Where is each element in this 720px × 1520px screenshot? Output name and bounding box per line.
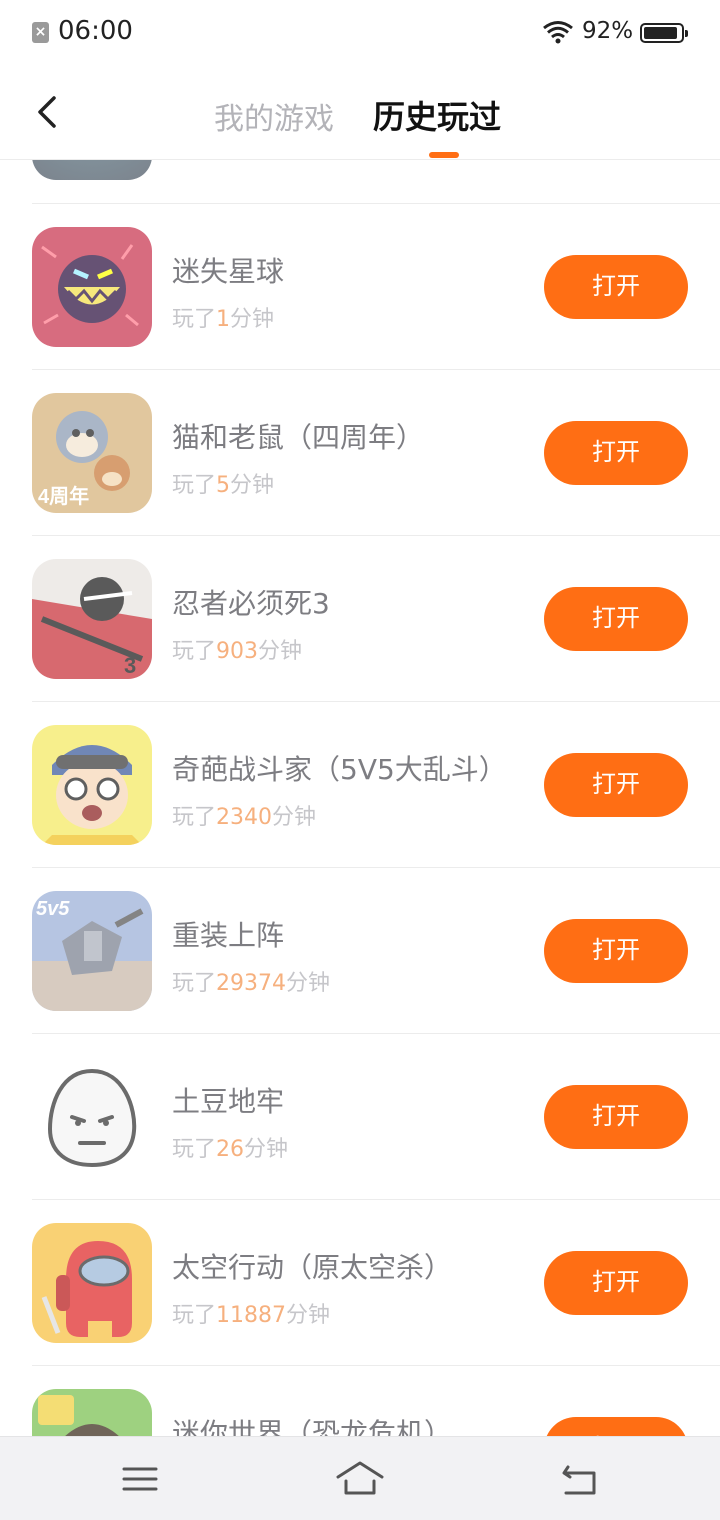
game-name: 土豆地牢 — [172, 1085, 285, 1118]
open-button[interactable]: 打开 — [544, 587, 688, 651]
play-time: 玩了903分钟 — [172, 639, 303, 664]
svg-text:3: 3 — [124, 653, 136, 678]
history-game-list: 迷失星球 玩了1分钟 打开 4周年 猫和老鼠（四周年） 玩了5分钟 打开 3 忍… — [0, 160, 720, 1436]
list-item[interactable]: 奇葩战斗家（5V5大乱斗） 玩了2340分钟 打开 — [0, 702, 720, 868]
open-button[interactable]: 打开 — [544, 919, 688, 983]
game-icon — [32, 160, 152, 180]
list-item[interactable]: 4周年 猫和老鼠（四周年） 玩了5分钟 打开 — [0, 370, 720, 536]
game-name: 重装上阵 — [172, 919, 285, 952]
play-time: 玩了2340分钟 — [172, 805, 317, 830]
tab-history-played[interactable]: 历史玩过 — [373, 92, 501, 138]
open-button[interactable]: 打开 — [544, 421, 688, 485]
svg-text:4周年: 4周年 — [38, 484, 89, 508]
game-icon-potato-dungeon — [32, 1057, 152, 1177]
open-button[interactable]: 打开 — [544, 255, 688, 319]
play-time: 玩了11887分钟 — [172, 1303, 331, 1328]
game-name: 忍者必须死3 — [172, 587, 330, 620]
game-name: 迷失星球 — [172, 255, 285, 288]
back-arrow-icon[interactable] — [30, 90, 66, 134]
game-name: 迷你世界（恐龙危机） — [172, 1417, 453, 1436]
wifi-icon — [543, 21, 573, 44]
status-time: 06:00 — [58, 16, 133, 46]
game-icon-tom-and-jerry: 4周年 — [32, 393, 152, 513]
game-icon-ninja-must-die: 3 — [32, 559, 152, 679]
status-bar: × 06:00 92% — [0, 0, 720, 66]
play-time: 玩了1分钟 — [172, 307, 275, 332]
list-item[interactable]: 迷你世界（恐龙危机） 打开 — [0, 1366, 720, 1436]
game-icon-heavy-armor: 5v5 — [32, 891, 152, 1011]
system-navigation-bar — [0, 1436, 720, 1520]
play-time: 玩了29374分钟 — [172, 971, 331, 996]
game-name: 猫和老鼠（四周年） — [172, 421, 425, 454]
game-icon-lost-planet — [32, 227, 152, 347]
open-button[interactable]: 打开 — [544, 1085, 688, 1149]
tab-my-games[interactable]: 我的游戏 — [214, 94, 334, 138]
active-tab-indicator — [429, 152, 459, 158]
x-notification-icon: × — [32, 22, 49, 43]
list-item[interactable]: 土豆地牢 玩了26分钟 打开 — [0, 1034, 720, 1200]
menu-icon[interactable] — [120, 1459, 160, 1499]
game-name: 太空行动（原太空杀） — [172, 1251, 453, 1284]
play-time: 玩了26分钟 — [172, 1137, 289, 1162]
game-icon-space-action — [32, 1223, 152, 1343]
battery-icon — [640, 23, 688, 43]
list-item[interactable]: 太空行动（原太空杀） 玩了11887分钟 打开 — [0, 1200, 720, 1366]
top-nav: 我的游戏 历史玩过 — [0, 66, 720, 160]
home-icon[interactable] — [336, 1459, 384, 1499]
back-icon[interactable] — [560, 1459, 600, 1499]
open-button[interactable]: 打开 — [544, 753, 688, 817]
open-button[interactable]: 打开 — [544, 1417, 688, 1436]
battery-percent: 92% — [582, 18, 634, 44]
game-icon-odd-fighters — [32, 725, 152, 845]
svg-text:5v5: 5v5 — [36, 898, 70, 920]
game-icon-mini-world — [32, 1389, 152, 1436]
play-time: 玩了5分钟 — [172, 473, 275, 498]
list-item[interactable]: 迷失星球 玩了1分钟 打开 — [0, 204, 720, 370]
list-item[interactable]: 5v5 重装上阵 玩了29374分钟 打开 — [0, 868, 720, 1034]
open-button[interactable]: 打开 — [544, 1251, 688, 1315]
game-name: 奇葩战斗家（5V5大乱斗） — [172, 753, 507, 786]
list-item[interactable]: 3 忍者必须死3 玩了903分钟 打开 — [0, 536, 720, 702]
